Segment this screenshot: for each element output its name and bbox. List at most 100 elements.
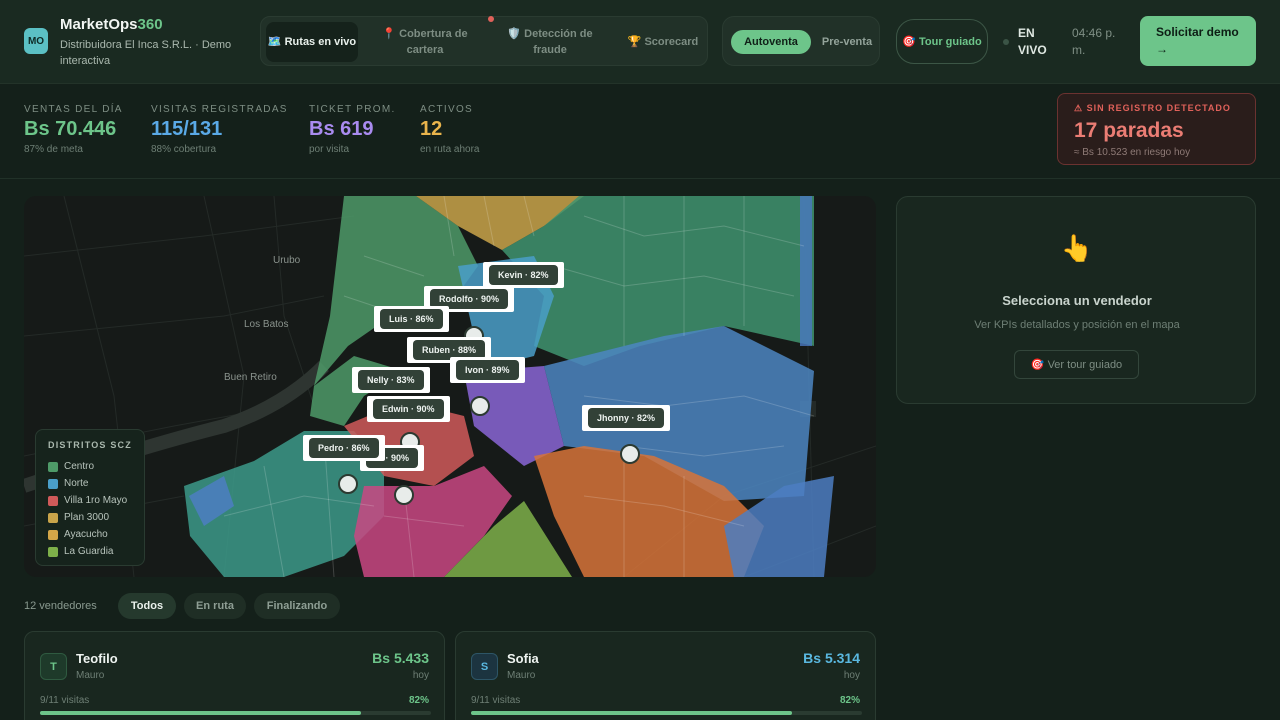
legend-label: Centro <box>64 461 95 472</box>
vendor-label-text: Kevin · 82% <box>489 265 558 285</box>
main-nav: 🗺️ Rutas en vivo 📍 Cobertura de cartera … <box>260 16 708 66</box>
legend-swatch <box>48 461 58 472</box>
live-status: EN VIVO <box>1018 26 1047 57</box>
filter-todos[interactable]: Todos <box>118 593 176 619</box>
vendor-detail-panel: 👆 Selecciona un vendedor Ver KPIs detall… <box>896 196 1256 404</box>
legend-label: Plan 3000 <box>64 512 110 523</box>
kpi-ticket-value: Bs 619 <box>309 118 374 140</box>
district-map-graphic <box>24 196 876 577</box>
legend-item-plan3000: Plan 3000 <box>48 509 132 526</box>
mode-toggle: Autoventa Pre-venta <box>722 16 880 66</box>
app-logo: MO <box>24 28 48 54</box>
vendor-card-sofia[interactable]: S Sofia Mauro Bs 5.314 hoy 9/11 visitas … <box>455 631 876 720</box>
filter-finalizando[interactable]: Finalizando <box>254 593 340 619</box>
vendor-sales-hint: hoy <box>412 670 429 681</box>
vendor-pin[interactable] <box>470 396 490 416</box>
vendor-sales: Bs 5.433 <box>372 650 429 666</box>
top-bar: MO MarketOps360 Distribuidora El Inca S.… <box>0 0 1280 84</box>
vendor-label-edwin[interactable]: Edwin · 90% <box>367 396 450 422</box>
legend-swatch <box>48 512 58 523</box>
kpi-activos-sub: en ruta ahora <box>420 144 480 155</box>
legend-label: La Guardia <box>64 546 114 557</box>
mode-autoventa[interactable]: Autoventa <box>731 30 811 54</box>
vendor-label-text: Pedro · 86% <box>309 438 379 458</box>
vendor-visits: 9/11 visitas <box>471 695 521 706</box>
vendor-label-luis[interactable]: Luis · 86% <box>374 306 449 332</box>
kpi-ventas-label: VENTAS DEL DÍA <box>24 104 123 115</box>
vendor-percent: 82% <box>408 695 429 706</box>
brand-main: MarketOps <box>60 16 138 33</box>
map-place-buen-retiro: Buen Retiro <box>224 372 277 383</box>
alert-sub: ≈ Bs 10.523 en riesgo hoy <box>1074 147 1191 158</box>
vendor-name: Teofilo <box>76 651 118 666</box>
clock: 04:46 p. m. <box>1072 26 1116 57</box>
vendor-label-text: Luis · 86% <box>380 309 443 329</box>
filter-en-ruta[interactable]: En ruta <box>184 593 246 619</box>
notification-dot <box>488 16 494 22</box>
tab-label: 🏆 Scorecard <box>627 36 699 48</box>
solicitar-demo-button[interactable]: Solicitar demo → <box>1140 16 1256 66</box>
kpi-visitas-sub: 88% cobertura <box>151 144 217 155</box>
company-subtitle: Distribuidora El Inca S.R.L. · Demo inte… <box>60 39 232 67</box>
live-indicator-dot <box>1003 39 1009 45</box>
pointing-hand-icon: 👆 <box>1060 233 1094 263</box>
panel-title: Selecciona un vendedor <box>1002 293 1152 308</box>
vendor-pin[interactable] <box>394 485 414 505</box>
ver-tour-guiado-button[interactable]: 🎯 Ver tour guiado <box>1014 350 1139 379</box>
vendor-supervisor: Mauro <box>76 670 105 681</box>
brand-accent: 360 <box>137 16 163 33</box>
tab-scorecard[interactable]: 🏆 Scorecard <box>617 22 709 62</box>
avatar: T <box>40 653 67 680</box>
kpi-ticket-sub: por visita <box>309 144 350 155</box>
tab-cobertura-de-cartera[interactable]: 📍 Cobertura de cartera <box>370 22 480 62</box>
tab-rutas-en-vivo[interactable]: 🗺️ Rutas en vivo <box>266 22 358 62</box>
tab-label: 📍 Cobertura de cartera <box>382 28 468 56</box>
kpi-ventas-sub: 87% de meta <box>24 144 83 155</box>
route-map[interactable]: Urubo Los Batos Buen Retiro Kevin · 82% … <box>24 196 876 577</box>
panel-subtitle: Ver KPIs detallados y posición en el map… <box>974 319 1180 331</box>
vendor-label-text: Jhonny · 82% <box>588 408 665 428</box>
vendor-label-text: Ivon · 89% <box>456 360 519 380</box>
avatar: S <box>471 653 498 680</box>
vendor-count: 12 vendedores <box>24 600 97 612</box>
legend-label: Ayacucho <box>64 529 108 540</box>
vendor-visits: 9/11 visitas <box>40 695 90 706</box>
legend-item-centro: Centro <box>48 458 132 475</box>
legend-item-villa: Villa 1ro Mayo <box>48 492 132 509</box>
vendor-label-ivon[interactable]: Ivon · 89% <box>450 357 525 383</box>
vendor-pin[interactable] <box>620 444 640 464</box>
legend-title: DISTRITOS SCZ <box>48 440 132 450</box>
legend-item-norte: Norte <box>48 475 132 492</box>
legend-item-ayacucho: Ayacucho <box>48 526 132 543</box>
legend-swatch <box>48 495 58 506</box>
kpi-ticket-label: TICKET PROM. <box>309 104 396 115</box>
map-place-los-batos: Los Batos <box>244 319 289 330</box>
vendor-card-teofilo[interactable]: T Teofilo Mauro Bs 5.433 hoy 9/11 visita… <box>24 631 445 720</box>
vendor-label-nelly[interactable]: Nelly · 83% <box>352 367 430 393</box>
tab-label: 🛡️ Detección de fraude <box>507 28 593 56</box>
kpi-visitas-value: 115/131 <box>151 118 223 140</box>
tab-label: 🗺️ Rutas en vivo <box>267 36 357 48</box>
vendor-sales-hint: hoy <box>843 670 860 681</box>
mode-preventa[interactable]: Pre-venta <box>821 22 873 62</box>
tour-guiado-button[interactable]: 🎯 Tour guiado <box>896 19 988 64</box>
legend-swatch <box>48 529 58 540</box>
vendor-percent: 82% <box>839 695 860 706</box>
legend-label: Norte <box>64 478 89 489</box>
vendor-label-kevin[interactable]: Kevin · 82% <box>483 262 564 288</box>
tab-deteccion-de-fraude[interactable]: 🛡️ Detección de fraude <box>495 22 605 62</box>
vendor-label-jhonny[interactable]: Jhonny · 82% <box>582 405 671 431</box>
legend-swatch <box>48 546 58 557</box>
legend-label: Villa 1ro Mayo <box>64 495 128 506</box>
vendor-label-text: Nelly · 83% <box>358 370 424 390</box>
alert-title: ⚠ SIN REGISTRO DETECTADO <box>1074 103 1231 113</box>
kpi-ventas-value: Bs 70.446 <box>24 118 117 140</box>
legend-item-la-guardia: La Guardia <box>48 543 132 560</box>
fraud-alert-card[interactable]: ⚠ SIN REGISTRO DETECTADO 17 paradas ≈ Bs… <box>1057 93 1256 165</box>
vendor-label-pedro[interactable]: Pedro · 86% <box>303 435 385 461</box>
vendor-pin[interactable] <box>338 474 358 494</box>
vendor-supervisor: Mauro <box>507 670 536 681</box>
vendor-sales: Bs 5.314 <box>803 650 860 666</box>
brand-name: MarketOps360 <box>60 16 163 33</box>
visit-progress-bar <box>40 711 431 715</box>
